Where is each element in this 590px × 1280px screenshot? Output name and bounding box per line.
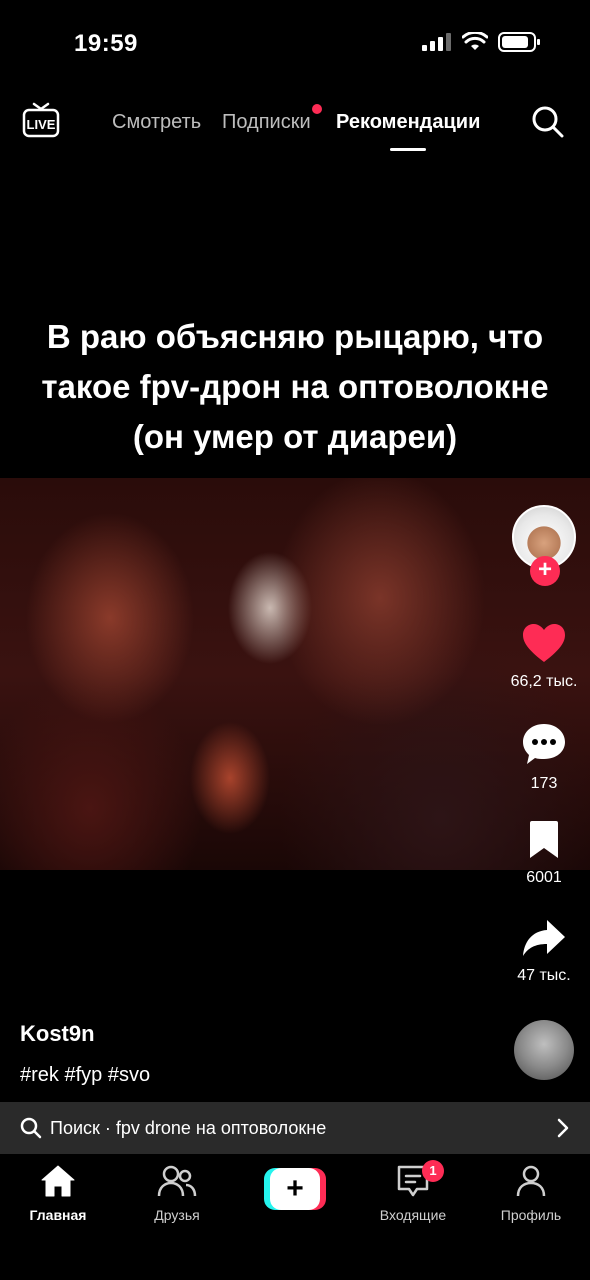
inbox-badge: 1 (422, 1160, 444, 1182)
music-disc-icon[interactable] (514, 1020, 574, 1080)
nav-friends[interactable]: Друзья (122, 1164, 232, 1223)
status-time: 19:59 (74, 30, 138, 57)
post-username[interactable]: Kost9n (20, 1021, 95, 1047)
share-button[interactable]: 47 тыс. (499, 918, 589, 985)
chevron-right-icon (557, 1118, 569, 1138)
post-hashtags[interactable]: #rek #fyp #svo (20, 1064, 150, 1087)
profile-icon (516, 1165, 546, 1197)
battery-icon (498, 32, 540, 52)
comment-count: 173 (530, 775, 558, 792)
follow-button[interactable]: + (530, 556, 560, 586)
live-label: LIVE (27, 117, 56, 132)
video-caption: В раю объясняю рыцарю, что такое fpv-дро… (0, 312, 590, 462)
comment-button[interactable]: 173 (499, 722, 589, 793)
caption-line: такое fpv-дрон на оптоволокне (41, 368, 549, 405)
heart-icon (523, 624, 565, 662)
comment-icon (523, 724, 565, 764)
caption-line: В раю объясняю рыцарю, что (46, 318, 544, 355)
live-icon[interactable]: LIVE (22, 102, 60, 145)
search-suggestion-text: Поиск · fpv drone на оптоволокне (50, 1117, 327, 1138)
nav-inbox-label: Входящие (379, 1207, 447, 1223)
nav-profile[interactable]: Профиль (476, 1164, 586, 1223)
share-count: 47 тыс. (517, 967, 571, 984)
search-icon (20, 1117, 42, 1139)
tab-subscriptions[interactable]: Подписки (222, 111, 311, 134)
create-plus-icon: + (270, 1168, 320, 1210)
search-icon[interactable] (530, 104, 566, 145)
nav-friends-label: Друзья (154, 1207, 200, 1223)
wifi-icon (462, 32, 488, 50)
signal-icon (422, 33, 451, 51)
share-arrow-icon (523, 920, 565, 956)
create-button[interactable]: + (264, 1168, 326, 1210)
like-count: 66,2 тыс. (510, 673, 578, 690)
bookmark-icon (530, 821, 558, 858)
nav-home-label: Главная (29, 1207, 87, 1223)
save-button[interactable]: 6001 (499, 820, 589, 887)
bottom-nav: Главная Друзья + 1 Входящие Профиль (0, 1156, 590, 1280)
like-button[interactable]: 66,2 тыс. (499, 622, 589, 691)
nav-inbox[interactable]: 1 Входящие (358, 1160, 468, 1223)
home-icon (41, 1165, 75, 1197)
subscriptions-notification-dot (312, 104, 322, 114)
save-count: 6001 (526, 869, 562, 886)
status-icons (422, 32, 542, 52)
active-tab-indicator (390, 148, 426, 151)
friends-icon (157, 1165, 197, 1197)
tab-watch[interactable]: Смотреть (112, 111, 201, 134)
nav-profile-label: Профиль (500, 1207, 562, 1223)
caption-line: (он умер от диареи) (132, 418, 458, 455)
tab-recommendations[interactable]: Рекомендации (336, 111, 480, 134)
search-suggestion-bar[interactable]: Поиск · fpv drone на оптоволокне (0, 1102, 590, 1154)
nav-home[interactable]: Главная (3, 1164, 113, 1223)
